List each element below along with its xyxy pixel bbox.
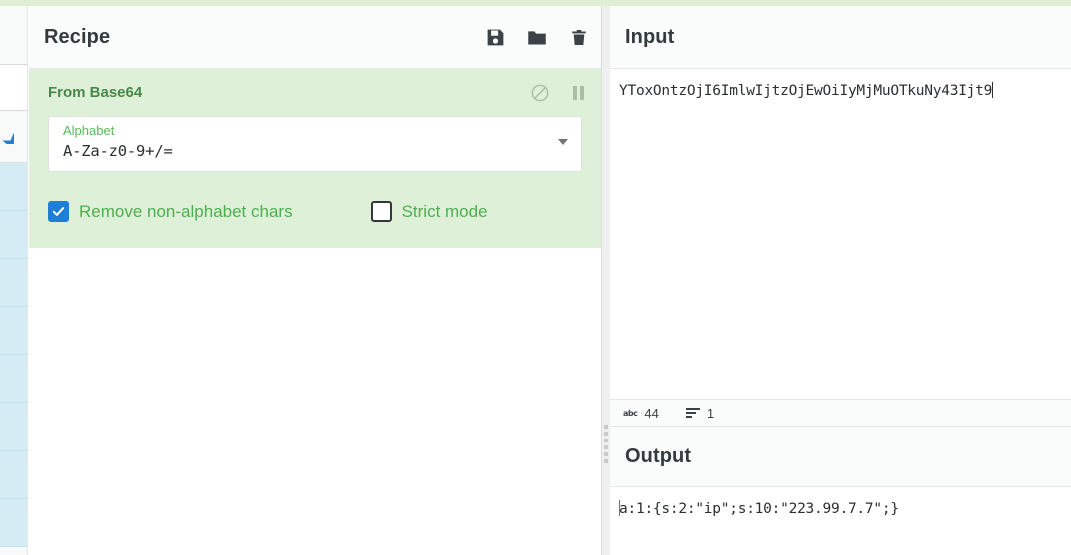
remove-non-alphabet-chars-label: Remove non-alphabet chars (79, 201, 293, 221)
save-icon[interactable] (484, 27, 506, 49)
folder-icon[interactable] (526, 27, 548, 49)
recipe-header-actions (484, 6, 590, 69)
output-title: Output (625, 445, 692, 467)
alphabet-label: Alphabet (63, 123, 115, 138)
splitter-grip-icon[interactable] (604, 425, 608, 463)
output-value: a:1:{s:2:"ip";s:10:"223.99.7.7";} (619, 501, 899, 517)
list-item[interactable] (0, 499, 27, 547)
line-count: 1 (685, 405, 715, 421)
cyberchef-window: Recipe From Base64 Alphabet A-Za-z0-9+/=… (0, 0, 1071, 555)
list-item[interactable] (0, 451, 27, 499)
operation-title-row: From Base64 (29, 69, 601, 116)
list-item[interactable] (0, 211, 27, 259)
list-item[interactable] (0, 355, 27, 403)
recipe-drop-area[interactable] (29, 248, 601, 555)
input-header: Input (610, 6, 1071, 69)
operations-list[interactable] (0, 163, 27, 555)
list-item[interactable] (0, 259, 27, 307)
operations-panel[interactable] (0, 6, 28, 555)
output-textarea[interactable]: a:1:{s:2:"ip";s:10:"223.99.7.7";} (610, 487, 1071, 555)
operation-checkboxes: Remove non-alphabet chars Strict mode (48, 201, 582, 222)
input-textarea[interactable]: YToxOntzOjI6ImlwIjtzOjEwOiIyMjMuOTkuNy43… (610, 69, 1071, 399)
chevron-down-icon[interactable] (558, 139, 568, 145)
pause-icon[interactable] (567, 82, 589, 104)
lines-icon (685, 408, 700, 418)
text-cursor (992, 82, 994, 98)
panel-splitter[interactable] (602, 6, 610, 555)
operations-search-input[interactable] (0, 64, 27, 111)
input-text-content[interactable]: YToxOntzOjI6ImlwIjtzOjEwOiIyMjMuOTkuNy43… (619, 81, 1061, 101)
strict-mode-checkbox[interactable]: Strict mode (370, 201, 488, 222)
line-count-value: 1 (706, 405, 715, 421)
star-icon (0, 130, 14, 144)
list-item[interactable] (0, 403, 27, 451)
list-item[interactable] (0, 307, 27, 355)
operation-controls (529, 69, 589, 116)
output-header: Output (610, 427, 1071, 487)
io-panel: Input YToxOntzOjI6ImlwIjtzOjEwOiIyMjMuOT… (610, 6, 1071, 555)
checkbox-checked-icon (48, 201, 69, 222)
input-value: YToxOntzOjI6ImlwIjtzOjEwOiIyMjMuOTkuNy43… (619, 83, 993, 99)
abc-icon: abc (623, 408, 638, 418)
strict-mode-label: Strict mode (401, 201, 488, 221)
disable-icon[interactable] (529, 82, 551, 104)
list-item[interactable] (0, 163, 27, 211)
trash-icon[interactable] (568, 27, 590, 49)
recipe-header: Recipe (29, 6, 601, 69)
page-title: Recipe (44, 25, 111, 48)
input-status-bar: abc 44 1 (610, 399, 1071, 427)
output-text-content: a:1:{s:2:"ip";s:10:"223.99.7.7";} (619, 499, 1061, 519)
recipe-operation-from-base64[interactable]: From Base64 Alphabet A-Za-z0-9+/= Remove… (29, 69, 601, 248)
operation-name: From Base64 (48, 84, 143, 101)
recipe-panel: Recipe From Base64 Alphabet A-Za-z0-9+/=… (29, 6, 602, 555)
character-count-value: 44 (644, 405, 659, 421)
character-count: abc 44 (623, 406, 659, 421)
alphabet-field[interactable]: Alphabet A-Za-z0-9+/= (48, 116, 582, 172)
input-title: Input (625, 25, 675, 48)
checkbox-unchecked-icon (370, 201, 392, 222)
remove-non-alphabet-chars-checkbox[interactable]: Remove non-alphabet chars (48, 201, 293, 222)
operations-category-favourites[interactable] (0, 112, 27, 163)
alphabet-value[interactable]: A-Za-z0-9+/= (63, 139, 569, 163)
